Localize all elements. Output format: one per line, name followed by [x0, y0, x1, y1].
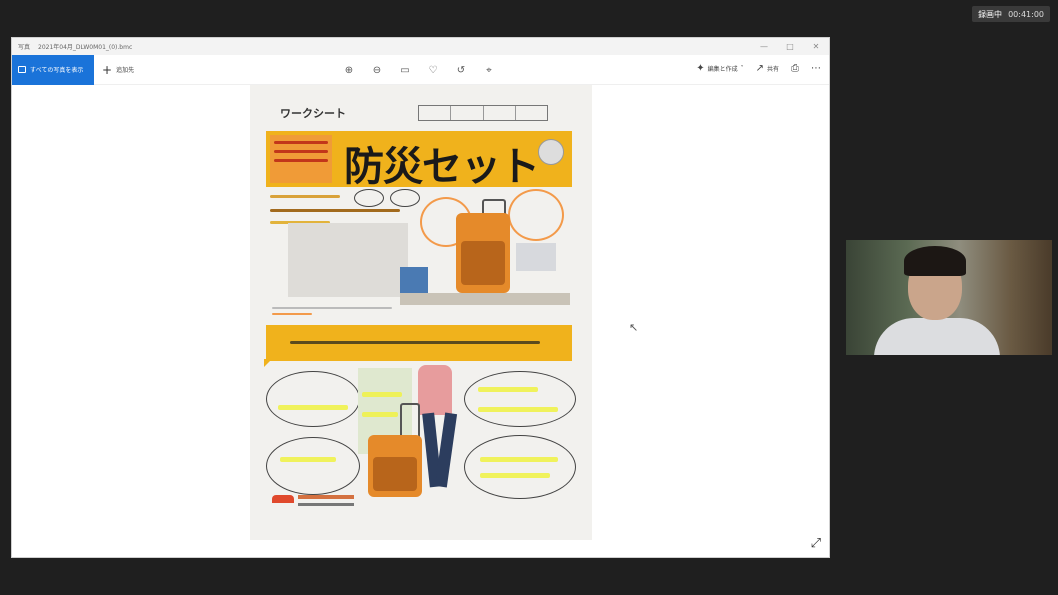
photos-app-window: 写真 2021年04月_DLW0M01_(0).bmc — □ ✕ すべての写真… — [11, 37, 830, 558]
edit-create-button[interactable]: ✦ 編集と作成 ˅ — [696, 63, 743, 74]
title-banner: 防災セット — [266, 131, 572, 190]
worksheet-name-box — [418, 105, 548, 121]
more-options-icon[interactable]: ⋯ — [811, 63, 821, 74]
screen-share-stage: 録画中 00:41:00 写真 2021年04月_DLW0M01_(0).bmc… — [0, 0, 1058, 595]
see-all-label: すべての写真を表示 — [30, 67, 84, 74]
handwritten-note — [270, 135, 332, 183]
share-icon: ↗ — [755, 63, 764, 74]
add-to-button[interactable]: + 追加先 — [102, 63, 134, 77]
worksheet-photo: ワークシート 防災セット — [250, 85, 592, 540]
worksheet-title: 防災セット — [344, 144, 540, 190]
edit-icon: ✦ — [696, 63, 705, 74]
mouse-cursor-icon: ↖ — [629, 321, 639, 334]
fullscreen-icon[interactable]: ⤢ — [811, 536, 821, 551]
share-label: 共有 — [766, 66, 779, 73]
edit-create-label: 編集と作成 — [707, 66, 738, 73]
participant-video[interactable] — [846, 240, 1052, 355]
add-to-label: 追加先 — [116, 67, 135, 74]
maximize-icon[interactable]: □ — [777, 42, 803, 51]
worksheet-header: ワークシート — [280, 107, 346, 120]
recording-label: 録画中 — [978, 9, 1003, 19]
file-name: 2021年04月_DLW0M01_(0).bmc — [38, 44, 133, 51]
favorite-icon[interactable]: ♡ — [426, 63, 440, 77]
recording-badge: 録画中 00:41:00 — [972, 6, 1050, 22]
close-icon[interactable]: ✕ — [803, 42, 829, 51]
publisher-logo — [270, 491, 360, 513]
chevron-down-icon: ˅ — [740, 65, 744, 72]
rotate-icon[interactable]: ↺ — [454, 63, 468, 77]
center-tools: ⊕ ⊖ ▭ ♡ ↺ ⌖ — [342, 63, 496, 77]
window-controls: — □ ✕ — [751, 42, 829, 51]
zoom-in-icon[interactable]: ⊕ — [342, 63, 356, 77]
right-tools: ✦ 編集と作成 ˅ ↗ 共有 ⎙ ⋯ — [696, 63, 821, 74]
zoom-out-icon[interactable]: ⊖ — [370, 63, 384, 77]
plus-icon: + — [102, 62, 113, 77]
print-icon[interactable]: ⎙ — [791, 63, 799, 74]
person-figure — [418, 365, 452, 415]
recording-time: 00:41:00 — [1008, 9, 1044, 19]
minimize-icon[interactable]: — — [751, 42, 777, 51]
title-bar: 写真 2021年04月_DLW0M01_(0).bmc — □ ✕ — [12, 38, 829, 55]
question-banner — [264, 325, 572, 367]
share-button[interactable]: ↗ 共有 — [756, 63, 779, 74]
rolling-bag-image — [368, 435, 422, 497]
crop-icon[interactable]: ⌖ — [482, 63, 496, 77]
see-all-photos-button[interactable]: すべての写真を表示 — [12, 54, 94, 85]
delete-icon[interactable]: ▭ — [398, 63, 412, 77]
photos-icon — [18, 66, 26, 73]
backpack-image — [456, 213, 510, 293]
app-name: 写真 — [18, 44, 31, 51]
seal-mark — [538, 139, 564, 165]
